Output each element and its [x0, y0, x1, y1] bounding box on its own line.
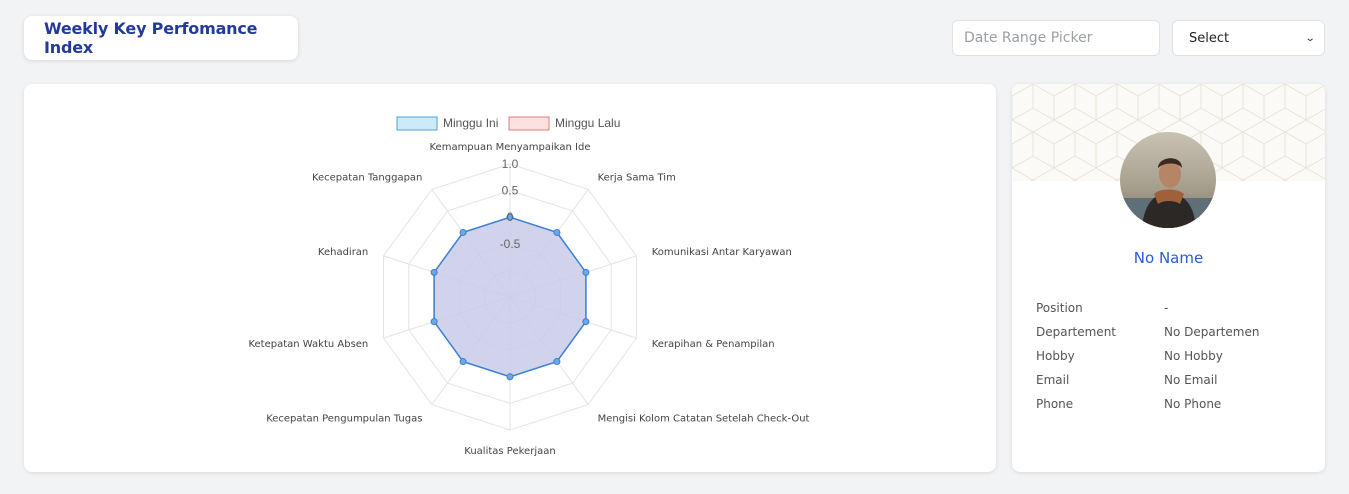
- filter-select[interactable]: Select ⌄: [1172, 20, 1325, 56]
- field-label: Phone: [1036, 397, 1074, 411]
- axis-label: Kerja Sama Tim: [598, 172, 676, 183]
- field-value: No Departemen: [1164, 325, 1260, 339]
- profile-name: No Name: [1133, 249, 1204, 267]
- tick-label: -0.5: [500, 237, 521, 251]
- axis-label: Kualitas Pekerjaan: [464, 446, 555, 457]
- axis-label: Mengisi Kolom Catatan Setelah Check-Out: [598, 414, 810, 425]
- field-value: -: [1164, 301, 1169, 315]
- tick-label: 0.5: [502, 184, 519, 198]
- data-point: [459, 358, 467, 366]
- legend-swatch: [396, 116, 438, 131]
- data-point: [430, 268, 438, 276]
- page-title: Weekly Key Perfomance Index: [44, 19, 258, 57]
- axis-label: Kecepatan Pengumpulan Tugas: [266, 414, 422, 425]
- chevron-down-icon: ⌄: [1304, 32, 1316, 44]
- field-label: Email: [1036, 373, 1070, 387]
- axis-label: Kerapihan & Penampilan: [652, 339, 775, 350]
- field-value: No Email: [1164, 373, 1218, 387]
- profile-row-hobby: Hobby No Hobby: [1036, 344, 1306, 368]
- profile-row-position: Position -: [1036, 296, 1306, 320]
- data-point: [553, 228, 561, 236]
- field-label: Position: [1036, 301, 1083, 315]
- field-label: Departement: [1036, 325, 1116, 339]
- avatar: [1120, 132, 1216, 228]
- legend-swatch: [508, 116, 550, 131]
- axis-label: Kehadiran: [318, 247, 368, 258]
- field-value: No Hobby: [1164, 349, 1223, 363]
- data-point: [553, 358, 561, 366]
- profile-row-departement: Departement No Departemen: [1036, 320, 1306, 344]
- page-title-card: Weekly Key Perfomance Index: [24, 16, 298, 60]
- axis-label: Komunikasi Antar Karyawan: [652, 247, 792, 258]
- axis-label: Kemampuan Menyampaikan Ide: [429, 142, 590, 153]
- tick-label: 0: [507, 210, 514, 224]
- data-point: [459, 228, 467, 236]
- kpi-chart-card: 1.0 0.5 0 -0.5 Kemampuan Menyampaikan Ide Ker…: [24, 84, 996, 472]
- profile-info-list: Position - Departement No Departemen Hob…: [1036, 296, 1306, 416]
- tick-label: 1.0: [502, 157, 519, 171]
- data-point: [430, 318, 438, 326]
- date-range-picker-input[interactable]: [952, 20, 1160, 56]
- radar-chart: 1.0 0.5 0 -0.5 Kemampuan Menyampaikan Ide Ker…: [248, 116, 810, 457]
- field-value: No Phone: [1164, 397, 1222, 411]
- data-point: [506, 373, 514, 381]
- data-point: [582, 268, 590, 276]
- filter-select-value: Select: [1189, 30, 1230, 46]
- profile-card: No Name Position - Departement No Depart…: [1012, 84, 1325, 472]
- axis-label: Kecepatan Tanggapan: [312, 172, 422, 183]
- data-point: [582, 318, 590, 326]
- profile-row-email: Email No Email: [1036, 368, 1306, 392]
- profile-row-phone: Phone No Phone: [1036, 392, 1306, 416]
- field-label: Hobby: [1036, 349, 1075, 363]
- legend-label: Minggu Lalu: [555, 116, 620, 130]
- legend-label: Minggu Ini: [443, 116, 498, 130]
- axis-label: Ketepatan Waktu Absen: [248, 339, 368, 350]
